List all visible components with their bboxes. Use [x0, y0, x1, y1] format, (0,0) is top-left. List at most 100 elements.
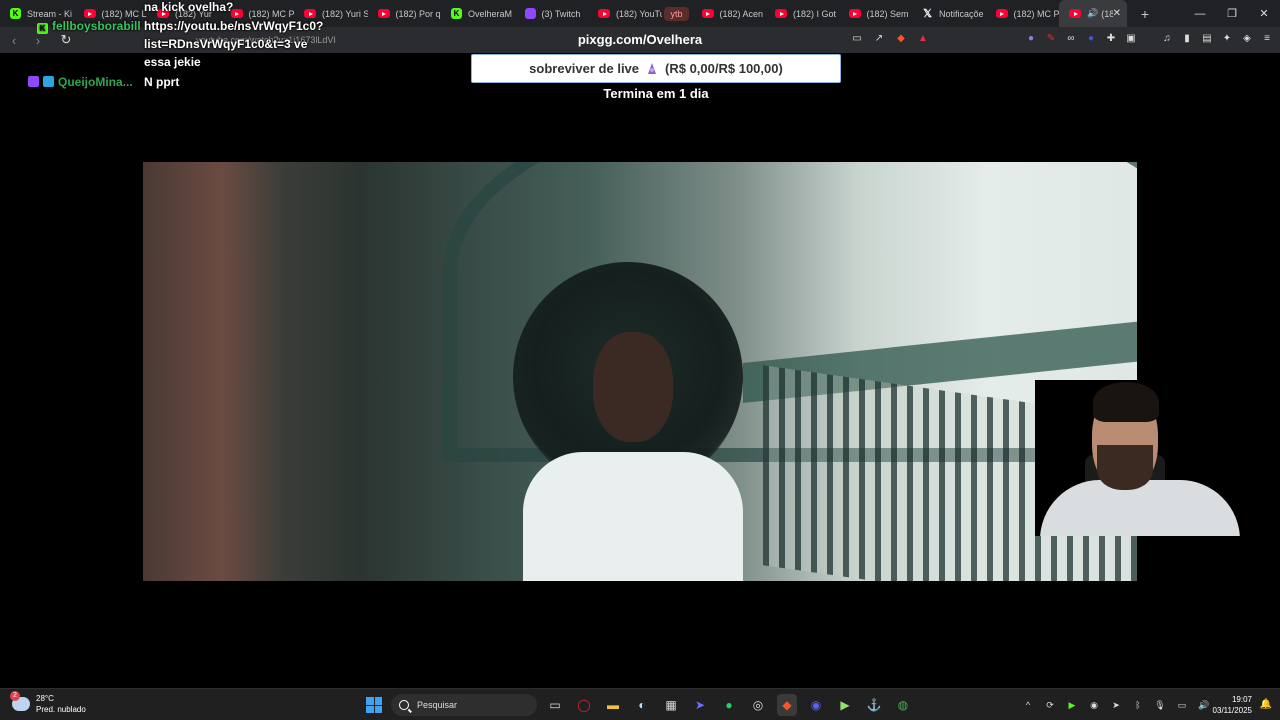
share-icon[interactable]: ↗ — [872, 31, 886, 45]
shirt — [523, 452, 743, 581]
tab-youtube-6[interactable]: (182) YouTu — [588, 0, 662, 27]
system-tray: ^ ⟳ ▶ ◉ ➤ ᛒ 🎙 ▭ 🔊 — [1020, 697, 1212, 713]
extension-icon[interactable]: ∞ — [1064, 31, 1078, 45]
chat-username: Kfellboysborabill — [37, 17, 141, 35]
tab-x-notifications[interactable]: 𝕏 Notificaçõe — [912, 0, 986, 27]
tab-youtube-9[interactable]: (182) Sem — [839, 0, 913, 27]
kick-icon: K — [37, 23, 48, 34]
spotify-icon[interactable]: ● — [719, 694, 739, 716]
separator — [1144, 31, 1154, 45]
taskbar-clock[interactable]: 19:07 03/11/2025 — [1213, 694, 1252, 716]
clock-time: 19:07 — [1231, 695, 1252, 704]
obs-icon[interactable]: ◎ — [748, 694, 768, 716]
bluetooth-icon[interactable]: ᛒ — [1130, 697, 1146, 713]
youtube-icon — [701, 9, 714, 18]
chat-message: N pprt — [144, 75, 180, 89]
wallet-icon[interactable]: ▤ — [1200, 31, 1214, 45]
vpn-icon[interactable]: ◈ — [1240, 31, 1254, 45]
kick-icon: K — [10, 8, 21, 19]
tray-app-icon[interactable]: ⟳ — [1042, 697, 1058, 713]
goal-amount: (R$ 0,00/R$ 100,00) — [665, 61, 783, 76]
youtube-icon — [848, 9, 861, 18]
chat-message: essa jekie — [144, 55, 201, 69]
discord-icon[interactable]: ◉ — [806, 694, 826, 716]
sidebar-icon[interactable]: ▮ — [1180, 31, 1194, 45]
goal-icon — [648, 62, 657, 74]
tray-app-icon[interactable]: ◉ — [1086, 697, 1102, 713]
cast-icon[interactable]: ▭ — [850, 31, 864, 45]
video-frame[interactable] — [143, 162, 1137, 581]
tray-app-icon[interactable]: ➤ — [1108, 697, 1124, 713]
task-view-icon[interactable]: ▭ — [545, 694, 565, 716]
tab-active[interactable]: 🔊 (18 ✕ — [1059, 0, 1127, 27]
goal-label: sobreviver de live — [529, 61, 640, 76]
minimize-button[interactable]: — — [1184, 0, 1216, 27]
back-button[interactable]: ‹ — [4, 30, 24, 50]
youtube-icon — [377, 9, 390, 18]
new-tab-button[interactable]: + — [1133, 6, 1157, 22]
leo-ai-icon[interactable]: ✦ — [1220, 31, 1234, 45]
chrome-icon[interactable]: ◍ — [893, 694, 913, 716]
tab-youtube-10[interactable]: (182) MC P — [986, 0, 1059, 27]
streamer-body — [1040, 480, 1240, 536]
notification-badge: 2 — [10, 691, 20, 701]
tab-ovelhera-kick[interactable]: K OvelheraM — [441, 0, 515, 27]
extensions-puzzle-icon[interactable]: ✚ — [1104, 31, 1118, 45]
tab-youtube-7[interactable]: (182) Acen — [692, 0, 766, 27]
microphone-icon[interactable]: 🎙 — [1152, 697, 1168, 713]
brave-rewards-icon[interactable]: ▲ — [916, 31, 930, 45]
extension-icon[interactable]: ● — [1024, 31, 1038, 45]
windows-start-icon[interactable] — [366, 697, 382, 713]
taskbar-search[interactable]: Pesquisar — [391, 694, 537, 716]
close-window-button[interactable]: ✕ — [1248, 0, 1280, 27]
chat-message: https://youtu.be/nsVrWqyF1c0? — [144, 19, 324, 33]
tab-youtube-8[interactable]: (182) I Got — [765, 0, 839, 27]
search-icon — [399, 700, 409, 710]
streamer-beard — [1097, 445, 1153, 490]
weather-desc: Pred. nublado — [36, 705, 86, 714]
extension-toolbar: ● ✎ ∞ ● ✚ ▣ ♫ ▮ ▤ ✦ ◈ ≡ — [1024, 31, 1274, 45]
video-person — [513, 262, 743, 581]
search-placeholder: Pesquisar — [417, 700, 458, 710]
app-icon[interactable]: ▶ — [835, 694, 855, 716]
opera-icon[interactable]: ◯ — [574, 694, 594, 716]
tray-app-icon[interactable]: ▶ — [1064, 697, 1080, 713]
chat-message: na kick ovelha? — [144, 0, 234, 14]
app-icon[interactable]: ➤ — [690, 694, 710, 716]
youtube-icon — [775, 9, 787, 18]
notification-bell-icon[interactable]: 🔔 — [1260, 699, 1272, 710]
media-control-icon[interactable]: ♫ — [1160, 31, 1174, 45]
extension-icon[interactable]: ● — [1084, 31, 1098, 45]
tab-group-ytb[interactable]: ytb — [662, 0, 692, 27]
brave-icon[interactable]: ◆ — [777, 694, 797, 716]
subscriber-badge-icon — [43, 76, 54, 87]
extension-icon[interactable]: ✎ — [1044, 31, 1058, 45]
address-tools: ▭ ↗ ◆ ▲ — [850, 31, 930, 45]
windows-taskbar: 2 28°C Pred. nublado Pesquisar ▭ ◯ ▬ ◐ ▦… — [0, 688, 1280, 720]
weather-widget[interactable]: 2 28°C Pred. nublado — [10, 691, 86, 715]
youtube-icon — [995, 9, 1008, 18]
menu-icon[interactable]: ≡ — [1260, 31, 1274, 45]
tab-youtube-5[interactable]: (182) Por q — [368, 0, 442, 27]
volume-icon[interactable]: 🔊 — [1196, 697, 1212, 713]
brave-shields-icon[interactable]: ◆ — [894, 31, 908, 45]
close-icon[interactable]: ✕ — [1113, 8, 1121, 19]
app-icon[interactable]: ▦ — [661, 694, 681, 716]
twitch-icon — [28, 76, 39, 87]
cloud-icon: 2 — [10, 691, 30, 711]
goal-ends-text: Termina em 1 dia — [603, 86, 709, 101]
window-controls: — ❐ ✕ — [1184, 0, 1280, 27]
file-explorer-icon[interactable]: ▬ — [603, 694, 623, 716]
chat-username: QueijoMina... — [28, 73, 133, 91]
screenshot-icon[interactable]: ▣ — [1124, 31, 1138, 45]
audio-icon[interactable]: 🔊 — [1087, 8, 1098, 19]
restore-button[interactable]: ❐ — [1216, 0, 1248, 27]
steam-icon[interactable]: ◐ — [632, 694, 652, 716]
chat-message: list=RDnsVrWqyF1c0&t=3 ve — [144, 37, 308, 51]
kick-icon: K — [451, 8, 462, 19]
chevron-up-icon[interactable]: ^ — [1020, 697, 1036, 713]
tab-twitch[interactable]: (3) Twitch — [515, 0, 589, 27]
face — [593, 332, 673, 442]
network-icon[interactable]: ▭ — [1174, 697, 1190, 713]
app-icon[interactable]: ⚓ — [864, 694, 884, 716]
